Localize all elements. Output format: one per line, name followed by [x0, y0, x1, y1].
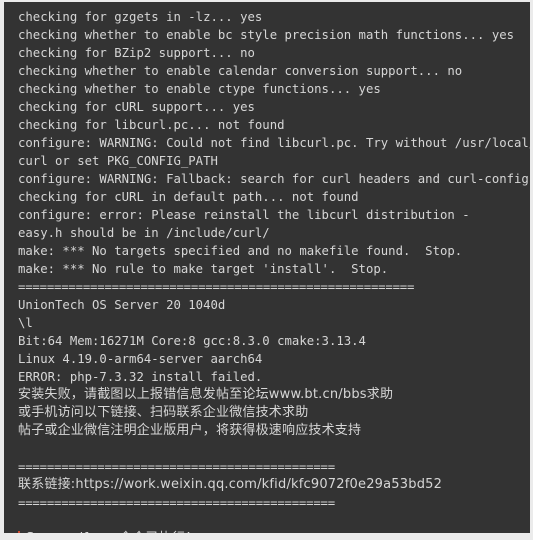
terminal-error-line: configure: error: Please reinstall the l… [18, 208, 470, 222]
terminal-make-error-line: make: *** No targets specified and no ma… [18, 244, 463, 258]
terminal-line: checking whether to enable bc style prec… [18, 28, 515, 42]
terminal-escape-line: \l [18, 316, 33, 330]
terminal-separator: ========================================… [18, 460, 335, 474]
terminal-line: checking whether to enable calendar conv… [18, 64, 463, 78]
terminal-separator: ========================================… [18, 496, 335, 510]
terminal-contact-link-line[interactable]: 联系链接:https://work.weixin.qq.com/kfid/kfc… [4, 476, 530, 494]
terminal-line: checking for libcurl.pc... not found [18, 118, 285, 132]
terminal-line: checking for BZip2 support... no [18, 46, 255, 60]
terminal-line: checking for cURL in default path... not… [18, 190, 359, 204]
terminal-final-status-line: -Successify --- 命令已执行！ --- [4, 530, 530, 533]
terminal-separator: ========================================… [18, 280, 415, 294]
cursor-caret [18, 531, 20, 533]
terminal-output-pane[interactable]: checking for gzgets in -lz... yes checki… [4, 2, 530, 533]
terminal-warning-line: configure: WARNING: Could not find libcu… [18, 136, 530, 150]
terminal-make-error-line: make: *** No rule to make target 'instal… [18, 262, 389, 276]
terminal-kernel-line: Linux 4.19.0-arm64-server aarch64 [18, 352, 263, 366]
terminal-line: checking whether to enable ctype functio… [18, 82, 381, 96]
terminal-sysinfo-line: Bit:64 Mem:16271M Core:8 gcc:8.3.0 cmake… [18, 334, 366, 348]
terminal-cjk-help-line: 帖子或企业微信注明企业版用户，将获得极速响应技术支持 [18, 423, 362, 438]
terminal-line: checking for cURL support... yes [18, 100, 255, 114]
terminal-cjk-help-line: 安装失败，请截图以上报错信息发帖至论坛www.bt.cn/bbs求助 [18, 387, 394, 402]
final-status-text: -Successify --- 命令已执行！ --- [21, 531, 217, 533]
terminal-cjk-help-line: 或手机访问以下链接、扫码联系企业微信技术求助 [18, 405, 309, 420]
terminal-warning-line: configure: WARNING: Fallback: search for… [18, 172, 529, 186]
terminal-error-line-cont: easy.h should be in /include/curl/ [18, 226, 270, 240]
terminal-os-line: UnionTech OS Server 20 1040d [18, 298, 226, 312]
terminal-warning-line-cont: curl or set PKG_CONFIG_PATH [18, 154, 218, 168]
terminal-install-error-line: ERROR: php-7.3.32 install failed. [18, 370, 263, 384]
terminal-line: checking for gzgets in -lz... yes [18, 10, 263, 24]
